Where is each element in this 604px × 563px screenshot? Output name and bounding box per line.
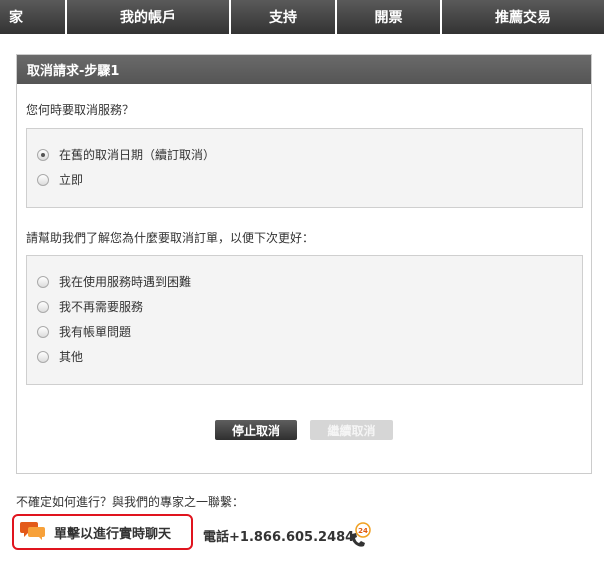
radio-label: 我有帳單問題 [59, 325, 132, 339]
svg-text:24: 24 [358, 527, 368, 535]
contact-prompt: 不確定如何進行？與我們的專家之一聯繫： [16, 495, 245, 509]
nav-item-home[interactable]: 家 [0, 0, 67, 34]
nav-item-referral-deals[interactable]: 推薦交易 [442, 0, 604, 34]
radio-option-billing-issue[interactable]: 我有帳單問題 [37, 323, 131, 340]
top-navigation: 家 我的帳戶 支持 開票 推薦交易 [0, 0, 604, 34]
radio-option-difficulty[interactable]: 我在使用服務時遇到困難 [37, 273, 191, 290]
nav-item-my-account[interactable]: 我的帳戶 [67, 0, 231, 34]
radio-option-renewal-date[interactable]: 在舊的取消日期（續訂取消） [37, 146, 215, 163]
radio-button[interactable] [37, 300, 49, 313]
phone-24h-icon[interactable]: 24 [348, 520, 376, 552]
radio-option-other[interactable]: 其他 [37, 348, 83, 365]
radio-button-checked[interactable] [37, 148, 49, 161]
radio-button[interactable] [37, 325, 49, 338]
radio-label: 在舊的取消日期（續訂取消） [59, 148, 216, 162]
radio-label: 我在使用服務時遇到困難 [59, 275, 192, 289]
timing-question: 您何時要取消服務？ [26, 103, 135, 117]
nav-item-billing[interactable]: 開票 [337, 0, 442, 34]
radio-button[interactable] [37, 350, 49, 363]
stop-cancel-button[interactable]: 停止取消 [215, 420, 297, 440]
live-chat-label: 單擊以進行實時聊天 [54, 526, 172, 542]
reason-options-box: 我在使用服務時遇到困難 我不再需要服務 我有帳單問題 其他 [26, 255, 583, 385]
radio-option-no-longer-needed[interactable]: 我不再需要服務 [37, 298, 143, 315]
live-chat-button[interactable]: 單擊以進行實時聊天 [12, 514, 193, 550]
radio-label: 其他 [59, 350, 84, 364]
radio-button[interactable] [37, 173, 49, 186]
timing-options-box: 在舊的取消日期（續訂取消） 立即 [26, 128, 583, 208]
radio-button[interactable] [37, 275, 49, 288]
radio-label: 我不再需要服務 [59, 300, 144, 314]
chat-bubbles-icon [20, 519, 46, 545]
radio-option-immediately[interactable]: 立即 [37, 171, 83, 188]
continue-cancel-button[interactable]: 繼續取消 [310, 420, 393, 440]
phone-number: 電話+1.866.605.2484 [203, 530, 355, 545]
reason-question: 請幫助我們了解您為什麼要取消訂單，以便下次更好： [26, 231, 315, 245]
cancel-request-panel: 取消請求-步驟1 您何時要取消服務？ 在舊的取消日期（續訂取消） 立即 請幫助我… [16, 54, 592, 474]
nav-item-support[interactable]: 支持 [231, 0, 337, 34]
radio-label: 立即 [59, 173, 84, 187]
panel-title: 取消請求-步驟1 [17, 55, 591, 84]
